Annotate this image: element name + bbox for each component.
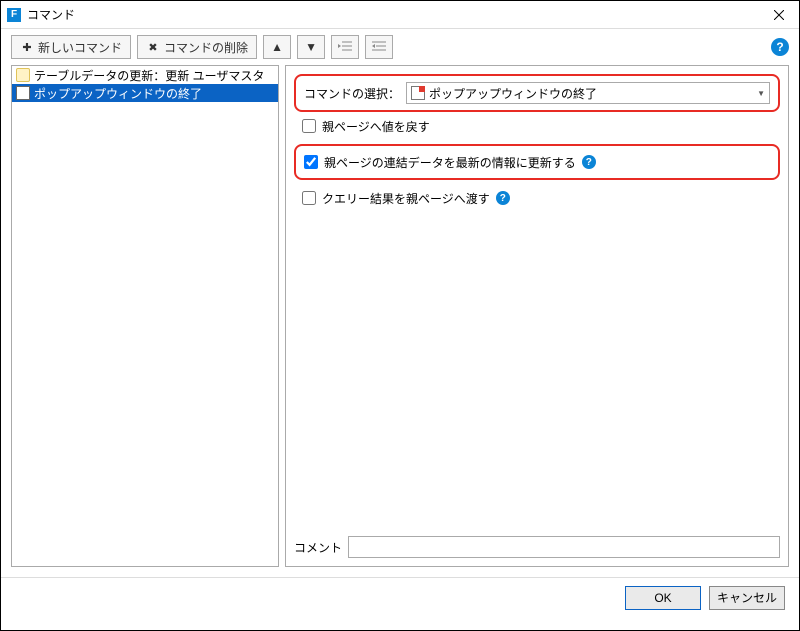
cancel-button[interactable]: キャンセル [709,586,785,610]
close-icon [774,10,784,20]
window-title: コマンド [27,6,759,23]
delete-command-button[interactable]: ✖ コマンドの削除 [137,35,257,59]
popup-window-icon [411,86,425,100]
option-checkbox[interactable] [302,191,316,205]
titlebar: F コマンド [1,1,799,29]
option-checkbox[interactable] [302,119,316,133]
ok-button[interactable]: OK [625,586,701,610]
command-select-label: コマンドの選択： [304,85,400,102]
down-icon: ▼ [305,40,317,54]
database-icon [16,68,30,82]
new-command-icon: ✚ [20,40,34,54]
chevron-down-icon: ▼ [757,89,765,98]
command-list-item[interactable]: テーブルデータの更新：更新 ユーザマスタ [12,66,278,84]
footer: OK キャンセル [1,577,799,617]
comment-row: コメント [294,536,780,558]
option-label: 親ページの連結データを最新の情報に更新する [324,154,576,171]
delete-command-label: コマンドの削除 [164,39,248,56]
command-list[interactable]: テーブルデータの更新：更新 ユーザマスタポップアップウィンドウの終了 [11,65,279,567]
toolbar: ✚ 新しいコマンド ✖ コマンドの削除 ▲ ▼ ? [1,29,799,65]
help-icon[interactable]: ? [582,155,596,169]
indent-icon [372,40,386,55]
indent-button[interactable] [365,35,393,59]
outdent-button[interactable] [331,35,359,59]
app-icon: F [7,8,21,22]
help-icon[interactable]: ? [496,191,510,205]
body: テーブルデータの更新：更新 ユーザマスタポップアップウィンドウの終了 コマンドの… [1,65,799,577]
command-select-row: コマンドの選択： ポップアップウィンドウの終了 ▼ [294,74,780,112]
close-button[interactable] [759,1,799,29]
comment-input[interactable] [348,536,780,558]
comment-label: コメント [294,539,342,556]
command-select-value: ポップアップウィンドウの終了 [429,85,597,102]
command-panel: コマンドの選択： ポップアップウィンドウの終了 ▼ 親ページへ値を戻す親ページの… [285,65,789,567]
command-select-dropdown[interactable]: ポップアップウィンドウの終了 ▼ [406,82,770,104]
command-list-item-label: テーブルデータの更新：更新 ユーザマスタ [34,67,264,84]
new-command-label: 新しいコマンド [38,39,122,56]
outdent-icon [338,40,352,55]
new-command-button[interactable]: ✚ 新しいコマンド [11,35,131,59]
move-down-button[interactable]: ▼ [297,35,325,59]
window-icon [16,86,30,100]
help-button[interactable]: ? [771,38,789,56]
delete-command-icon: ✖ [146,40,160,54]
command-list-item-label: ポップアップウィンドウの終了 [34,85,202,102]
up-icon: ▲ [271,40,283,54]
move-up-button[interactable]: ▲ [263,35,291,59]
options-area: 親ページへ値を戻す親ページの連結データを最新の情報に更新する? クエリー結果を親ペ… [294,112,780,212]
option-label: クエリー結果を親ページへ渡す [322,190,490,207]
option-label: 親ページへ値を戻す [322,118,430,135]
option-checkbox[interactable] [304,155,318,169]
command-list-item[interactable]: ポップアップウィンドウの終了 [12,84,278,102]
